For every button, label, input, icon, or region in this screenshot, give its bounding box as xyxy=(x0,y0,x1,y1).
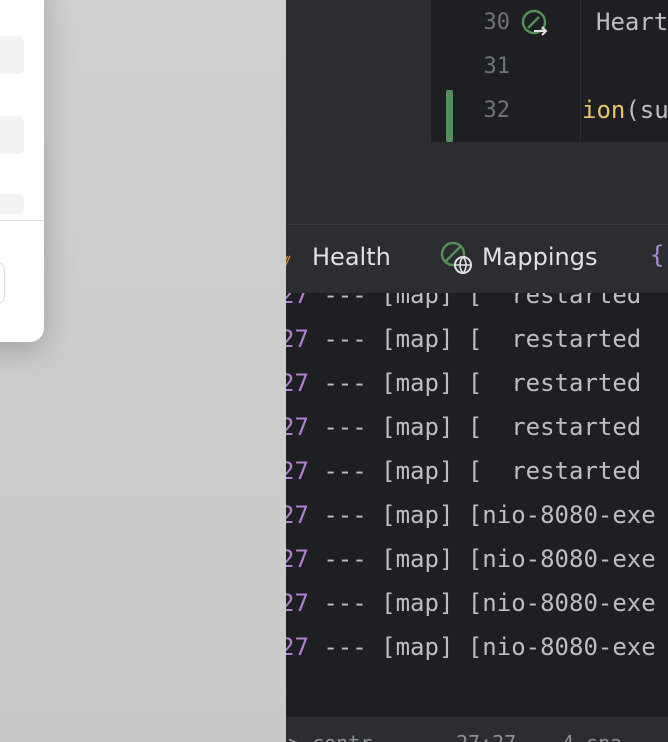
console-line: 27 --- [map] [ restarted xyxy=(286,457,641,501)
log-pid: 27 xyxy=(286,325,309,353)
console-line: 27 --- [map] [nio-8080-exe xyxy=(286,633,656,677)
tool-window-header xyxy=(286,144,668,224)
log-text: --- [map] [ restarted xyxy=(308,325,642,353)
code-token: ion xyxy=(582,96,626,124)
log-pid: 27 xyxy=(286,293,309,309)
status-caret-position[interactable]: 27:27 xyxy=(456,731,516,742)
console-line: 27 --- [map] [nio-8080-exe xyxy=(286,589,656,633)
console-line: 27 --- [map] [nio-8080-exe xyxy=(286,545,656,589)
dialog-divider xyxy=(0,220,44,221)
log-text: --- [map] [nio-8080-exe xyxy=(308,589,656,617)
log-text: --- [map] [nio-8080-exe xyxy=(308,633,656,661)
log-pid: 27 xyxy=(286,413,309,441)
settings-dialog xyxy=(0,0,44,342)
code-line: Heart xyxy=(596,8,668,36)
log-pid: 27 xyxy=(286,369,309,397)
dialog-list-item[interactable] xyxy=(0,36,24,74)
log-pid: 27 xyxy=(286,545,309,573)
tab-mappings[interactable]: Mappings xyxy=(482,243,598,271)
log-text: --- [map] [ restarted xyxy=(308,369,642,397)
gutter-divider xyxy=(580,0,581,142)
vcs-added-marker xyxy=(446,90,453,142)
dialog-list-item[interactable] xyxy=(0,194,24,214)
status-bar: > contr 27:27 4 spa xyxy=(286,717,668,742)
console-line: 27 --- [map] [ restarted xyxy=(286,325,641,369)
status-indent[interactable]: 4 spa xyxy=(562,731,622,742)
code-line: ion(su xyxy=(582,96,668,124)
ide-window: 30 31 32 Heart ion(su ⩔ Health Mappings … xyxy=(286,0,668,742)
dialog-list-item[interactable] xyxy=(0,116,24,154)
code-token: (su xyxy=(625,96,668,124)
line-number: 31 xyxy=(483,54,511,79)
console-line: 27 --- [map] [nio-8080-exe xyxy=(286,501,656,545)
log-text: --- [map] [ restarted xyxy=(308,413,642,441)
tab-health[interactable]: Health xyxy=(312,243,391,271)
log-pid: 27 xyxy=(286,501,309,529)
console-output[interactable]: 27 --- [map] [ restarted 27 --- [map] [ … xyxy=(286,293,668,717)
log-pid: 27 xyxy=(286,457,309,485)
log-pid: 27 xyxy=(286,633,309,661)
endpoint-tabs: ⩔ Health Mappings { xyxy=(286,225,668,293)
dialog-input-field[interactable] xyxy=(0,262,5,304)
log-pid: 27 xyxy=(286,589,309,617)
health-chevron-icon: ⩔ xyxy=(286,247,291,271)
log-text: --- [map] [ restarted xyxy=(308,293,642,309)
spring-mapping-icon xyxy=(440,241,472,274)
json-brace-icon[interactable]: { xyxy=(650,241,664,269)
run-navigate-icon[interactable] xyxy=(520,9,550,39)
console-line: 27 --- [map] [ restarted xyxy=(286,413,641,457)
log-text: --- [map] [nio-8080-exe xyxy=(308,545,656,573)
console-line: 27 --- [map] [ restarted xyxy=(286,369,641,413)
log-text: --- [map] [ restarted xyxy=(308,457,642,485)
line-number: 32 xyxy=(483,98,511,123)
editor-left-pane xyxy=(286,0,431,142)
console-line: 27 --- [map] [ restarted xyxy=(286,293,641,325)
status-breadcrumb[interactable]: > contr xyxy=(288,731,372,742)
code-editor[interactable]: 30 31 32 Heart ion(su xyxy=(286,0,668,142)
log-text: --- [map] [nio-8080-exe xyxy=(308,501,656,529)
line-number: 30 xyxy=(483,10,511,35)
